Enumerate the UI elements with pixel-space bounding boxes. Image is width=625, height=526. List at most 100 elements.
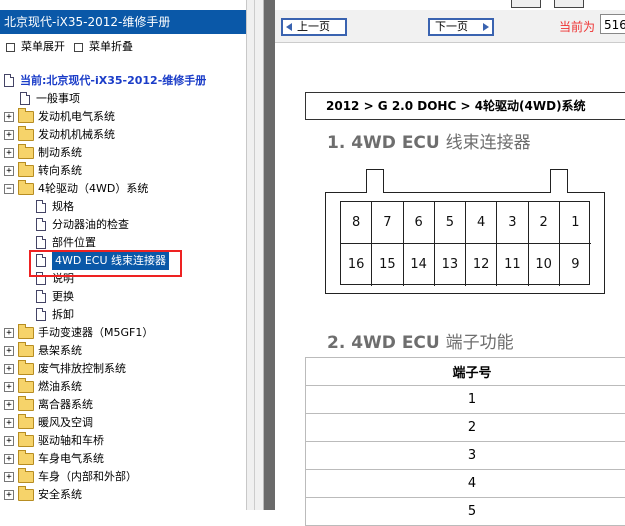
expand-label: 菜单展开 xyxy=(21,40,65,53)
expand-toggle-icon[interactable]: + xyxy=(4,382,14,392)
tree-item[interactable]: + 手动变速器（M5GF1） xyxy=(0,324,246,342)
expand-toggle-icon[interactable]: + xyxy=(4,472,14,482)
toolbar-icon-1[interactable] xyxy=(511,0,541,8)
connector-pin: 1 xyxy=(560,202,591,244)
tree-item[interactable]: −4轮驱动（4WD）系统 xyxy=(0,180,246,198)
next-arrow-icon xyxy=(483,23,489,31)
prev-page-button[interactable]: 上一页 xyxy=(281,18,347,36)
tree-item-label: 离合器系统 xyxy=(38,396,93,414)
document-icon xyxy=(36,290,46,303)
folder-icon xyxy=(18,111,34,123)
document-icon xyxy=(36,200,46,213)
expand-toggle-icon[interactable]: + xyxy=(4,490,14,500)
tree-item-label: 手动变速器（M5GF1） xyxy=(38,324,153,342)
connector-pin: 14 xyxy=(404,244,435,286)
folder-icon xyxy=(18,399,34,411)
expand-menu-button[interactable]: 菜单展开 xyxy=(6,38,65,56)
tree-item-label: 发动机机械系统 xyxy=(38,126,115,144)
collapse-label: 菜单折叠 xyxy=(89,40,133,53)
tree-item[interactable]: +车身（内部和外部） xyxy=(0,468,246,486)
connector-pin: 6 xyxy=(404,202,435,244)
tree-item[interactable]: 更换 xyxy=(0,288,246,306)
expand-toggle-icon[interactable]: + xyxy=(4,166,14,176)
tree-item[interactable]: 一般事项 xyxy=(0,90,246,108)
terminal-number-cell: 5 xyxy=(306,498,625,526)
folder-icon xyxy=(18,381,34,393)
expand-toggle-icon[interactable]: + xyxy=(4,454,14,464)
tree-item[interactable]: +悬架系统 xyxy=(0,342,246,360)
next-page-button[interactable]: 下一页 xyxy=(428,18,494,36)
connector-latch-right xyxy=(550,169,568,193)
expand-toggle-icon[interactable]: + xyxy=(4,328,14,338)
content-panel: 上一页 下一页 当前为 516 2012 > G 2.0 DOHC > 4轮驱动… xyxy=(275,0,625,510)
table-row: 3 xyxy=(306,442,625,470)
tree-item-label: 拆卸 xyxy=(52,306,74,324)
tree-item[interactable]: 分动器油的检查 xyxy=(0,216,246,234)
folder-icon xyxy=(18,129,34,141)
book-icon xyxy=(4,74,14,87)
tree-item[interactable]: + 离合器系统 xyxy=(0,396,246,414)
expand-toggle-icon[interactable]: + xyxy=(4,346,14,356)
tree-item[interactable]: + 制动系统 xyxy=(0,144,246,162)
tree-item-label: 驱动轴和车桥 xyxy=(38,432,104,450)
tree-item[interactable]: +燃油系统 xyxy=(0,378,246,396)
document-icon xyxy=(20,92,30,105)
tree-item[interactable]: 规格 xyxy=(0,198,246,216)
section2-title: 端子功能 xyxy=(446,333,514,353)
table-row: 4 xyxy=(306,470,625,498)
folder-icon xyxy=(18,165,34,177)
folder-icon xyxy=(18,183,34,195)
connector-pin: 4 xyxy=(466,202,497,244)
folder-icon xyxy=(18,345,34,357)
tree-item-label: 发动机电气系统 xyxy=(38,108,115,126)
connector-pin: 2 xyxy=(529,202,560,244)
tree-item[interactable]: + 发动机机械系统 xyxy=(0,126,246,144)
expand-toggle-icon[interactable]: + xyxy=(4,130,14,140)
connector-pin-grid: 87654321161514131211109 xyxy=(340,201,590,285)
section2-number: 2. 4WD ECU xyxy=(327,333,440,353)
tree-item[interactable]: +安全系统 xyxy=(0,486,246,504)
collapse-toggle-icon[interactable]: − xyxy=(4,184,14,194)
document-icon xyxy=(36,236,46,249)
expand-toggle-icon[interactable]: + xyxy=(4,112,14,122)
tree-item-label: 废气排放控制系统 xyxy=(38,360,126,378)
expand-toggle-icon[interactable]: + xyxy=(4,436,14,446)
frame-border xyxy=(264,0,275,510)
tree-item[interactable]: + 废气排放控制系统 xyxy=(0,360,246,378)
toolbar-icon-2[interactable] xyxy=(554,0,584,8)
section1-heading: 1. 4WD ECU 线束连接器 xyxy=(327,128,531,153)
tree-item-label: 制动系统 xyxy=(38,144,82,162)
tree-item-label: 暖风及空调 xyxy=(38,414,93,432)
current-page-input[interactable]: 516 xyxy=(600,14,625,34)
tree-item[interactable]: +转向系统 xyxy=(0,162,246,180)
tree-item[interactable]: + 驱动轴和车桥 xyxy=(0,432,246,450)
expand-icon xyxy=(6,43,15,52)
folder-icon xyxy=(18,471,34,483)
folder-icon xyxy=(18,147,34,159)
tree-item[interactable]: 拆卸 xyxy=(0,306,246,324)
folder-icon xyxy=(18,417,34,429)
tree-item[interactable]: + 发动机电气系统 xyxy=(0,108,246,126)
table-header-cell: 端子号 xyxy=(306,358,625,386)
tree-item[interactable]: +车身电气系统 xyxy=(0,450,246,468)
selection-highlight-box xyxy=(29,250,182,277)
expand-toggle-icon[interactable]: + xyxy=(4,148,14,158)
tree-item-label: 规格 xyxy=(52,198,74,216)
tree-item-label: 一般事项 xyxy=(36,90,80,108)
connector-pin: 10 xyxy=(529,244,560,286)
breadcrumb: 2012 > G 2.0 DOHC > 4轮驱动(4WD)系统 xyxy=(305,92,625,120)
tree-item[interactable]: + 暖风及空调 xyxy=(0,414,246,432)
expand-toggle-icon[interactable]: + xyxy=(4,400,14,410)
prev-page-label: 上一页 xyxy=(297,20,330,33)
collapse-menu-button[interactable]: 菜单折叠 xyxy=(74,38,133,56)
folder-icon xyxy=(18,435,34,447)
connector-pin: 12 xyxy=(466,244,497,286)
panel-title: 北京现代-iX35-2012-维修手册 xyxy=(0,10,246,34)
splitter[interactable] xyxy=(247,0,264,510)
section1-number: 1. 4WD ECU xyxy=(327,133,440,153)
terminal-table: 端子号 12345 xyxy=(305,357,625,526)
tree-item-label: 更换 xyxy=(52,288,74,306)
expand-toggle-icon[interactable]: + xyxy=(4,364,14,374)
section1-title: 线束连接器 xyxy=(446,133,531,153)
expand-toggle-icon[interactable]: + xyxy=(4,418,14,428)
